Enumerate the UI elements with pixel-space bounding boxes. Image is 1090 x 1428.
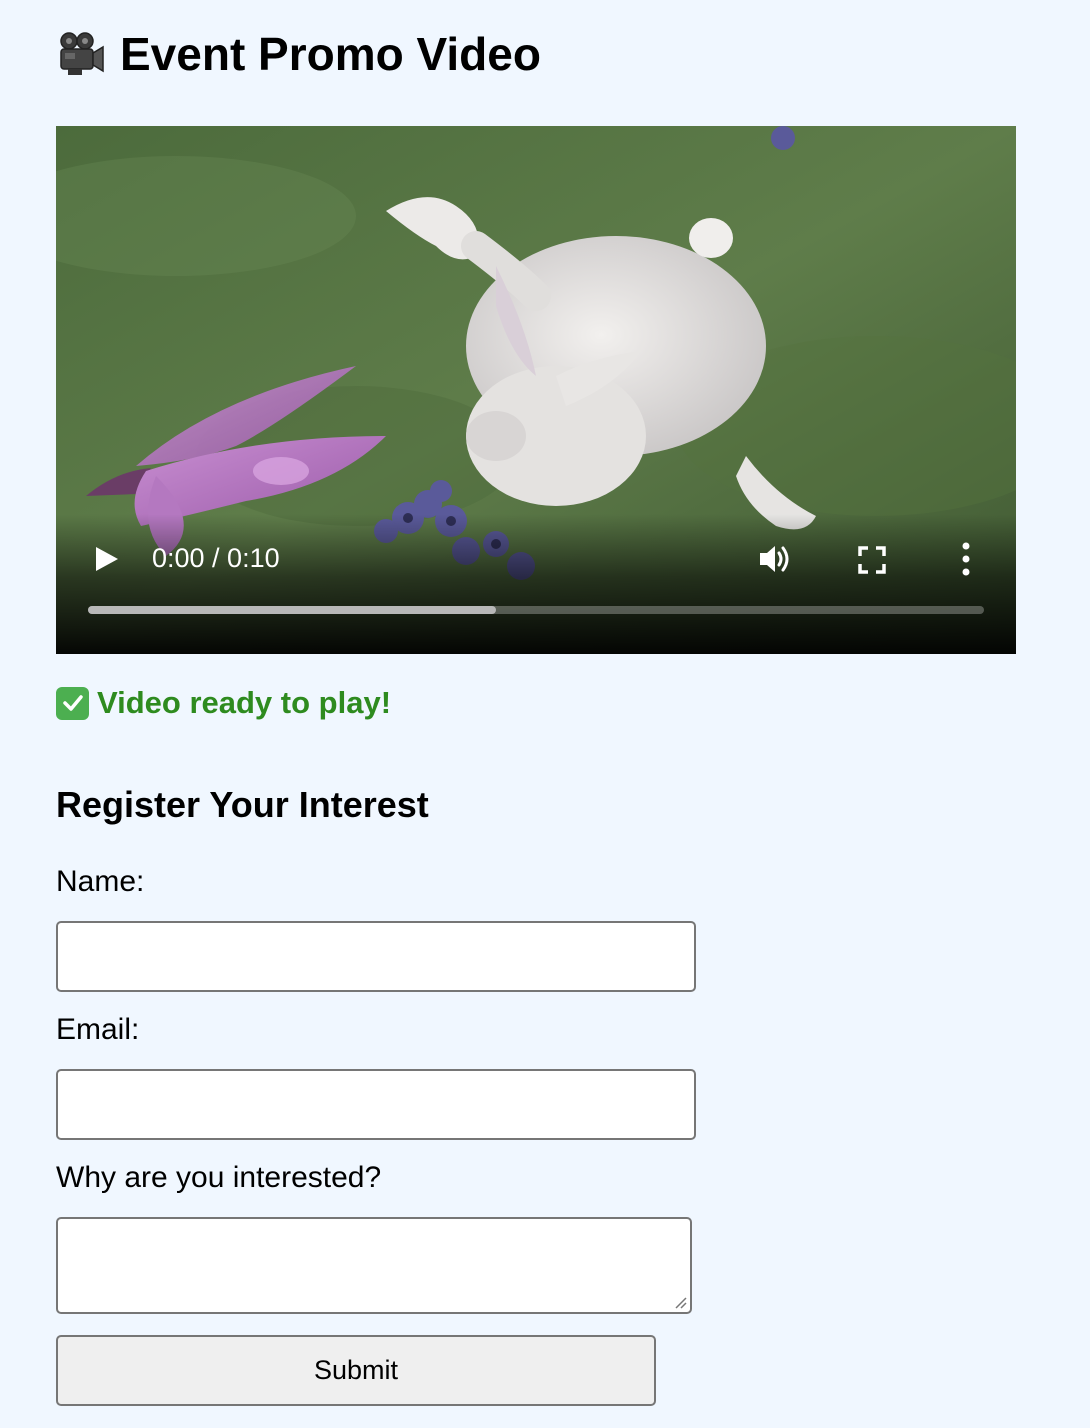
play-icon[interactable] bbox=[92, 545, 120, 573]
submit-button[interactable]: Submit bbox=[56, 1335, 656, 1406]
page-title: Event Promo Video bbox=[56, 22, 541, 86]
email-field[interactable] bbox=[56, 1069, 696, 1140]
name-label: Name: bbox=[56, 865, 145, 898]
status-text: Video ready to play! bbox=[97, 685, 392, 720]
status-message: Video ready to play! bbox=[56, 682, 391, 724]
reason-label: Why are you interested? bbox=[56, 1161, 382, 1194]
more-vert-icon[interactable] bbox=[954, 540, 978, 578]
movie-camera-icon bbox=[60, 32, 104, 75]
page-title-text: Event Promo Video bbox=[120, 28, 541, 80]
fullscreen-icon[interactable] bbox=[856, 544, 888, 576]
email-label: Email: bbox=[56, 1013, 140, 1046]
resize-grip-icon[interactable] bbox=[672, 1294, 688, 1310]
check-mark-icon bbox=[56, 686, 89, 720]
controls-overlay bbox=[56, 514, 1016, 654]
time-display: 0:00 / 0:10 bbox=[152, 543, 280, 573]
form-heading: Register Your Interest bbox=[56, 784, 429, 825]
reason-textarea[interactable] bbox=[56, 1217, 692, 1314]
volume-icon[interactable] bbox=[756, 540, 794, 578]
progress-bar[interactable] bbox=[88, 606, 984, 614]
progress-bar-fill bbox=[88, 606, 496, 614]
name-field[interactable] bbox=[56, 921, 696, 992]
video-player[interactable]: 0:00 / 0:10 bbox=[56, 126, 1016, 654]
